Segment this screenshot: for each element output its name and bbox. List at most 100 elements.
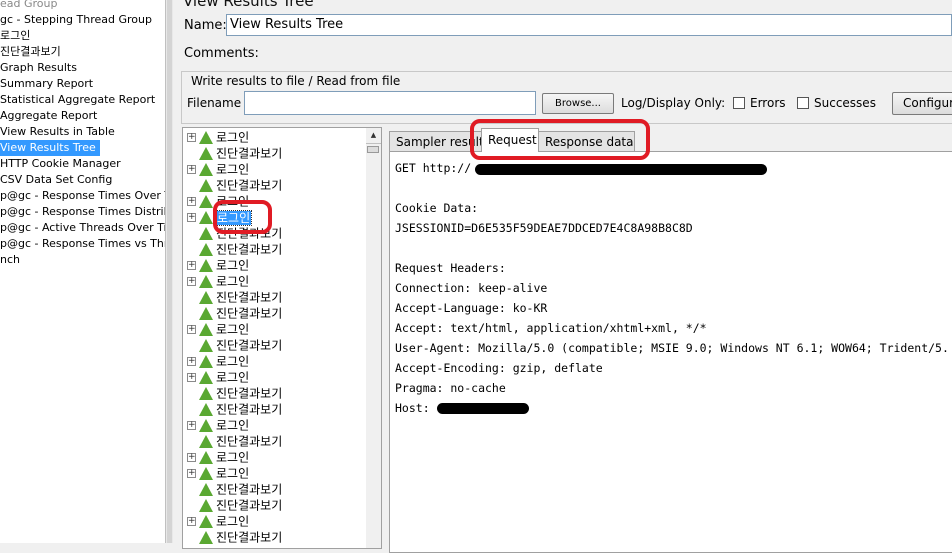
result-node-label: 진단결과보기 bbox=[216, 178, 283, 193]
result-node[interactable]: +진단결과보기 bbox=[187, 337, 282, 353]
test-plan-item[interactable]: p@gc - Response Times Over Time bbox=[0, 188, 165, 204]
success-icon bbox=[199, 259, 213, 272]
result-node-label: 진단결과보기 bbox=[216, 386, 283, 401]
result-node-label: 로그인 bbox=[216, 418, 250, 433]
header-accept-encoding: Accept-Encoding: gzip, deflate bbox=[395, 361, 603, 375]
test-plan-scrollbar[interactable] bbox=[165, 0, 173, 543]
test-plan-item[interactable]: Aggregate Report bbox=[0, 108, 97, 124]
test-plan-item[interactable]: CSV Data Set Config bbox=[0, 172, 112, 188]
expand-icon[interactable]: + bbox=[187, 197, 196, 206]
headers-title: Request Headers: bbox=[395, 261, 506, 275]
expand-icon[interactable]: + bbox=[187, 517, 196, 526]
result-node[interactable]: +진단결과보기 bbox=[187, 289, 282, 305]
expand-icon[interactable]: + bbox=[187, 421, 196, 430]
expand-icon[interactable]: + bbox=[187, 469, 196, 478]
result-tree-scrollbar[interactable]: ▲ bbox=[366, 127, 382, 549]
file-panel-legend: Write results to file / Read from file bbox=[190, 74, 402, 88]
scroll-up-arrow-icon[interactable]: ▲ bbox=[366, 128, 381, 144]
result-node[interactable]: +진단결과보기 bbox=[187, 433, 282, 449]
test-plan-item[interactable]: 로그인 bbox=[0, 28, 30, 44]
expand-icon[interactable]: + bbox=[187, 373, 196, 382]
scrollbar-thumb[interactable] bbox=[167, 0, 172, 543]
success-icon bbox=[199, 147, 213, 160]
result-node[interactable]: +진단결과보기 bbox=[187, 241, 282, 257]
test-plan-item[interactable]: HTTP Cookie Manager bbox=[0, 156, 121, 172]
expand-icon[interactable]: + bbox=[187, 357, 196, 366]
success-icon bbox=[199, 387, 213, 400]
result-node[interactable]: + 로그인 bbox=[187, 257, 249, 273]
result-node-label: 진단결과보기 bbox=[216, 338, 283, 353]
configure-button[interactable]: Configure bbox=[892, 92, 952, 115]
result-node[interactable]: +진단결과보기 bbox=[187, 401, 282, 417]
successes-label[interactable]: Successes bbox=[814, 96, 876, 110]
result-node[interactable]: + 로그인 bbox=[187, 513, 249, 529]
filename-label: Filename bbox=[187, 96, 242, 110]
browse-button[interactable]: Browse... bbox=[542, 93, 614, 114]
result-node[interactable]: +진단결과보기 bbox=[187, 305, 282, 321]
comments-label: Comments: bbox=[184, 46, 259, 61]
highlight-selected-node bbox=[213, 200, 272, 234]
result-node[interactable]: + 로그인 bbox=[187, 161, 249, 177]
expand-icon[interactable]: + bbox=[187, 133, 196, 142]
success-icon bbox=[199, 339, 213, 352]
result-node[interactable]: + 로그인 bbox=[187, 465, 249, 481]
result-node[interactable]: +진단결과보기 bbox=[187, 177, 282, 193]
test-plan-item[interactable]: p@gc - Response Times vs Threads bbox=[0, 236, 165, 252]
success-icon bbox=[199, 323, 213, 336]
log-display-label: Log/Display Only: bbox=[621, 96, 726, 110]
result-node[interactable]: + 로그인 bbox=[187, 449, 249, 465]
result-node[interactable]: + 로그인 bbox=[187, 321, 249, 337]
result-node-label: 진단결과보기 bbox=[216, 530, 283, 545]
successes-checkbox[interactable] bbox=[797, 97, 809, 109]
expand-icon[interactable]: + bbox=[187, 261, 196, 270]
test-plan-item[interactable]: View Results Tree bbox=[0, 140, 100, 156]
name-input[interactable]: View Results Tree bbox=[226, 14, 952, 36]
expand-icon[interactable]: + bbox=[187, 277, 196, 286]
redaction-host bbox=[437, 403, 529, 414]
result-node-label: 진단결과보기 bbox=[216, 146, 283, 161]
result-node[interactable]: +진단결과보기 bbox=[187, 497, 282, 513]
result-node[interactable]: +진단결과보기 bbox=[187, 481, 282, 497]
expand-icon[interactable]: + bbox=[187, 165, 196, 174]
success-icon bbox=[199, 531, 213, 544]
success-icon bbox=[199, 179, 213, 192]
scrollbar-thumb[interactable] bbox=[367, 146, 379, 153]
result-node[interactable]: + 로그인 bbox=[187, 353, 249, 369]
result-node[interactable]: + 로그인 bbox=[187, 417, 249, 433]
header-host: Host: bbox=[395, 401, 430, 415]
success-icon bbox=[199, 403, 213, 416]
errors-label[interactable]: Errors bbox=[750, 96, 786, 110]
header-accept-language: Accept-Language: ko-KR bbox=[395, 301, 548, 315]
test-plan-item[interactable]: nch bbox=[0, 252, 20, 268]
result-node[interactable]: + 로그인 bbox=[187, 129, 249, 145]
test-plan-item[interactable]: 진단결과보기 bbox=[0, 44, 61, 60]
result-node-label: 로그인 bbox=[216, 322, 250, 337]
result-node[interactable]: +진단결과보기 bbox=[187, 145, 282, 161]
errors-checkbox[interactable] bbox=[733, 97, 745, 109]
result-node-label: 진단결과보기 bbox=[216, 306, 283, 321]
success-icon bbox=[199, 243, 213, 256]
test-plan-item[interactable]: Graph Results bbox=[0, 60, 77, 76]
success-icon bbox=[199, 515, 213, 528]
result-node-label: 로그인 bbox=[216, 514, 250, 529]
test-plan-item[interactable]: p@gc - Active Threads Over Time bbox=[0, 220, 165, 236]
expand-icon[interactable]: + bbox=[187, 213, 196, 222]
filename-input[interactable] bbox=[244, 91, 536, 115]
result-node[interactable]: + 로그인 bbox=[187, 369, 249, 385]
test-plan-item[interactable]: Summary Report bbox=[0, 76, 93, 92]
test-plan-item[interactable]: View Results in Table bbox=[0, 124, 115, 140]
expand-icon[interactable]: + bbox=[187, 453, 196, 462]
test-plan-item[interactable]: Statistical Aggregate Report bbox=[0, 92, 155, 108]
success-icon bbox=[199, 163, 213, 176]
request-content: GET http:// Cookie Data: JSESSIONID=D6E5… bbox=[389, 151, 952, 553]
expand-icon[interactable]: + bbox=[187, 325, 196, 334]
header-accept: Accept: text/html, application/xhtml+xml… bbox=[395, 321, 707, 335]
result-node[interactable]: + 로그인 bbox=[187, 273, 249, 289]
request-line: GET http:// bbox=[395, 161, 472, 175]
test-plan-item[interactable]: ead Group bbox=[0, 0, 57, 12]
tab-sampler-result[interactable]: Sampler result bbox=[389, 131, 482, 151]
test-plan-item[interactable]: gc - Stepping Thread Group bbox=[0, 12, 152, 28]
test-plan-item[interactable]: p@gc - Response Times Distribution bbox=[0, 204, 165, 220]
result-node[interactable]: +진단결과보기 bbox=[187, 385, 282, 401]
test-plan-tree: ead Group gc - Stepping Thread Group 로그인 진단… bbox=[0, 0, 165, 543]
